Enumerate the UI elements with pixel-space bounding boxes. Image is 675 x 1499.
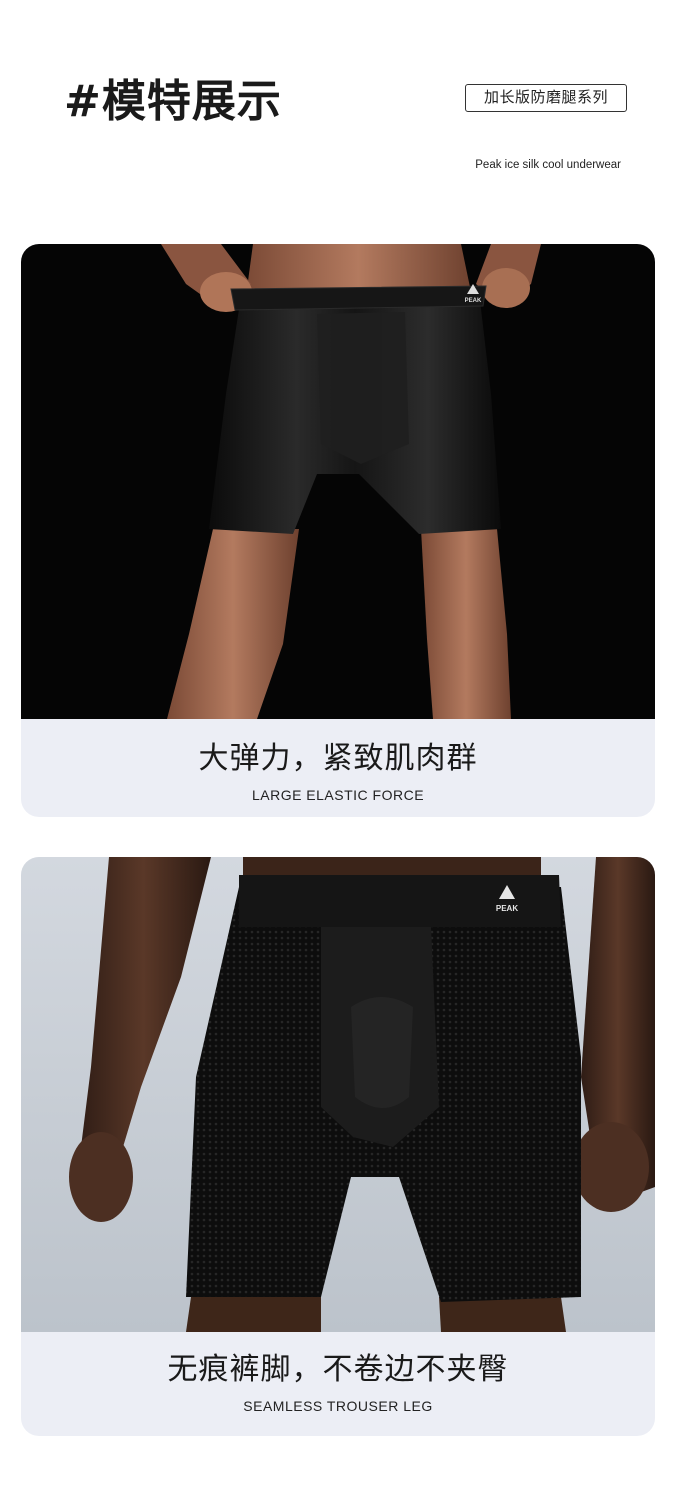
- caption-cn: 大弹力，紧致肌肉群: [198, 741, 478, 776]
- page-title: #模特展示: [64, 76, 282, 127]
- subtitle: Peak ice silk cool underwear: [475, 159, 621, 171]
- model-card-seamless: PEAK 无痕裤脚，不卷边不夹臀 SEAMLESS TROUSER LEG: [21, 857, 655, 1436]
- caption-stretch: 大弹力，紧致肌肉群 LARGE ELASTIC FORCE: [21, 739, 655, 805]
- caption-en: LARGE ELASTIC FORCE: [251, 787, 425, 803]
- svg-text:PEAK: PEAK: [496, 904, 518, 913]
- series-tag: 加长版防磨腿系列: [465, 84, 627, 112]
- caption-cn: 无痕裤脚，不卷边不夹臀: [167, 1352, 509, 1387]
- svg-text:PEAK: PEAK: [465, 298, 482, 304]
- caption-en: SEAMLESS TROUSER LEG: [243, 1398, 433, 1414]
- caption-seamless: 无痕裤脚，不卷边不夹臀 SEAMLESS TROUSER LEG: [21, 1350, 655, 1416]
- model-photo-stretch: PEAK: [21, 244, 655, 719]
- model-photo-seamless: PEAK: [21, 857, 655, 1332]
- model-card-stretch: PEAK 大弹力，紧致肌肉群 LARGE ELASTIC FORCE: [21, 244, 655, 817]
